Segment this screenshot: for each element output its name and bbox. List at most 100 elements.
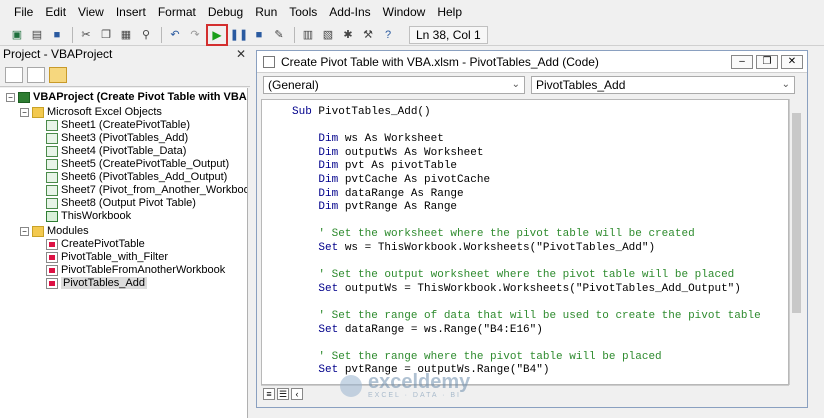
exceldemy-logo-icon <box>340 374 362 397</box>
toolbox-icon[interactable]: ⚒ <box>359 26 377 44</box>
collapse-icon[interactable]: − <box>6 92 15 102</box>
menu-bar: File Edit View Insert Format Debug Run T… <box>0 0 824 24</box>
tree-item-label: Sheet8 (Output Pivot Table) <box>61 197 196 209</box>
tree-item-label: Sheet6 (PivotTables_Add_Output) <box>61 171 228 183</box>
tree-root[interactable]: − VBAProject (Create Pivot Table with VB… <box>6 90 247 104</box>
code-keyword: Dim <box>292 160 339 173</box>
module-icon <box>46 277 58 289</box>
redo-icon[interactable]: ↷ <box>186 26 204 44</box>
break-icon[interactable]: ❚❚ <box>230 26 248 44</box>
tree-item-sheet[interactable]: Sheet1 (CreatePivotTable) <box>46 118 190 132</box>
object-browser-icon[interactable]: ✱ <box>339 26 357 44</box>
menu-file[interactable]: File <box>14 5 33 19</box>
project-tree: − VBAProject (Create Pivot Table with VB… <box>0 88 248 418</box>
project-explorer-icon[interactable]: ▥ <box>299 26 317 44</box>
tree-item-module-selected[interactable]: PivotTables_Add <box>46 276 147 290</box>
run-sub-icon[interactable]: ▶ <box>206 23 228 46</box>
tree-folder-objects[interactable]: − Microsoft Excel Objects <box>20 105 162 119</box>
cut-icon[interactable]: ✂ <box>77 26 95 44</box>
code-editor[interactable]: Sub PivotTables_Add() Dim ws As Workshee… <box>261 99 789 385</box>
code-window: Create Pivot Table with VBA.xlsm - Pivot… <box>256 50 808 408</box>
close-icon[interactable]: ✕ <box>781 54 803 69</box>
code-keyword: Dim <box>292 146 339 159</box>
menu-edit[interactable]: Edit <box>45 5 66 19</box>
sheet-icon <box>46 145 58 157</box>
excel-icon[interactable]: ▣ <box>8 26 26 44</box>
tree-item-sheet[interactable]: Sheet8 (Output Pivot Table) <box>46 196 196 210</box>
find-icon[interactable]: ⚲ <box>137 26 155 44</box>
toolbar-separator <box>294 26 295 43</box>
tree-item-label: ThisWorkbook <box>61 210 132 222</box>
close-icon[interactable]: ✕ <box>236 46 246 62</box>
code-text: ws = ThisWorkbook.Worksheets("PivotTable… <box>338 242 656 254</box>
tree-item-sheet[interactable]: Sheet6 (PivotTables_Add_Output) <box>46 170 227 184</box>
code-line: ' Set the worksheet where the pivot tabl… <box>292 228 694 241</box>
design-mode-icon[interactable]: ✎ <box>270 26 288 44</box>
restore-icon[interactable]: ❐ <box>756 54 778 69</box>
full-module-view-icon[interactable]: ☰ <box>277 387 289 400</box>
menu-window[interactable]: Window <box>383 5 426 19</box>
module-icon <box>46 251 58 263</box>
scroll-left-icon[interactable]: ‹ <box>291 387 303 400</box>
scrollbar-thumb[interactable] <box>792 113 801 313</box>
workbook-icon <box>46 210 58 222</box>
tree-item-label: Sheet5 (CreatePivotTable_Output) <box>61 158 230 170</box>
toggle-folders-icon[interactable] <box>49 66 67 83</box>
code-combo-row: (General) ⌄ PivotTables_Add ⌄ <box>257 73 807 97</box>
tree-item-module[interactable]: CreatePivotTable <box>46 237 145 251</box>
code-window-titlebar: Create Pivot Table with VBA.xlsm - Pivot… <box>257 51 807 73</box>
code-text: PivotTables_Add() <box>311 106 431 118</box>
tree-item-sheet[interactable]: Sheet7 (Pivot_from_Another_Workbook) <box>46 183 247 197</box>
cursor-position-status: Ln 38, Col 1 <box>409 25 488 44</box>
collapse-icon[interactable]: − <box>20 226 29 236</box>
sheet-icon <box>46 171 58 183</box>
menu-debug[interactable]: Debug <box>208 5 243 19</box>
tree-item-workbook[interactable]: ThisWorkbook <box>46 209 131 223</box>
code-line: Dim ws As Worksheet <box>292 133 443 146</box>
standard-toolbar: ▣ ▤ ■ ✂ ❐ ▦ ⚲ ↶ ↷ ▶ ❚❚ ■ ✎ ▥ ▧ ✱ ⚒ ? Ln … <box>0 23 824 46</box>
code-keyword: Set <box>292 323 339 336</box>
tree-folder-label: Microsoft Excel Objects <box>47 106 162 118</box>
chevron-down-icon: ⌄ <box>781 79 790 90</box>
view-object-icon[interactable] <box>27 66 45 83</box>
procedure-combo[interactable]: PivotTables_Add ⌄ <box>531 76 795 94</box>
collapse-icon[interactable]: − <box>20 107 29 117</box>
tree-item-sheet[interactable]: Sheet3 (PivotTables_Add) <box>46 131 188 145</box>
properties-icon[interactable]: ▧ <box>319 26 337 44</box>
menu-tools[interactable]: Tools <box>289 5 317 19</box>
insert-userform-icon[interactable]: ▤ <box>28 26 46 44</box>
menu-insert[interactable]: Insert <box>116 5 146 19</box>
tree-item-module[interactable]: PivotTable_with_Filter <box>46 250 168 264</box>
minimize-icon[interactable]: – <box>731 54 753 69</box>
code-text: outputWs As Worksheet <box>338 146 484 159</box>
tree-folder-modules[interactable]: − Modules <box>20 224 89 238</box>
copy-icon[interactable]: ❐ <box>97 26 115 44</box>
menu-format[interactable]: Format <box>158 5 196 19</box>
watermark-name: exceldemy <box>368 371 471 393</box>
code-line: Dim outputWs As Worksheet <box>292 147 483 160</box>
view-code-icon[interactable] <box>5 66 23 83</box>
reset-icon[interactable]: ■ <box>250 26 268 44</box>
tree-item-sheet[interactable]: Sheet5 (CreatePivotTable_Output) <box>46 157 229 171</box>
save-icon[interactable]: ■ <box>48 26 66 44</box>
vertical-scrollbar[interactable] <box>789 99 803 385</box>
tree-item-module[interactable]: PivotTableFromAnotherWorkbook <box>46 263 225 277</box>
help-icon[interactable]: ? <box>379 26 397 44</box>
menu-add-ins[interactable]: Add-Ins <box>329 5 370 19</box>
procedure-view-icon[interactable]: ≡ <box>263 387 275 400</box>
tree-item-sheet[interactable]: Sheet4 (PivotTable_Data) <box>46 144 186 158</box>
undo-icon[interactable]: ↶ <box>166 26 184 44</box>
code-keyword: Dim <box>292 174 339 186</box>
project-pane-title-text: Project - VBAProject <box>3 47 113 61</box>
code-text: pvtCache As pivotCache <box>338 174 491 186</box>
paste-icon[interactable]: ▦ <box>117 26 135 44</box>
tree-item-label: CreatePivotTable <box>61 238 145 250</box>
menu-run[interactable]: Run <box>255 5 277 19</box>
tree-item-label: Sheet3 (PivotTables_Add) <box>61 132 189 144</box>
tree-item-label: Sheet1 (CreatePivotTable) <box>61 119 191 131</box>
menu-help[interactable]: Help <box>437 5 462 19</box>
menu-view[interactable]: View <box>78 5 104 19</box>
watermark: exceldemy EXCEL · DATA · BI <box>340 372 470 399</box>
object-combo[interactable]: (General) ⌄ <box>263 76 525 94</box>
code-keyword: Dim <box>292 187 339 200</box>
